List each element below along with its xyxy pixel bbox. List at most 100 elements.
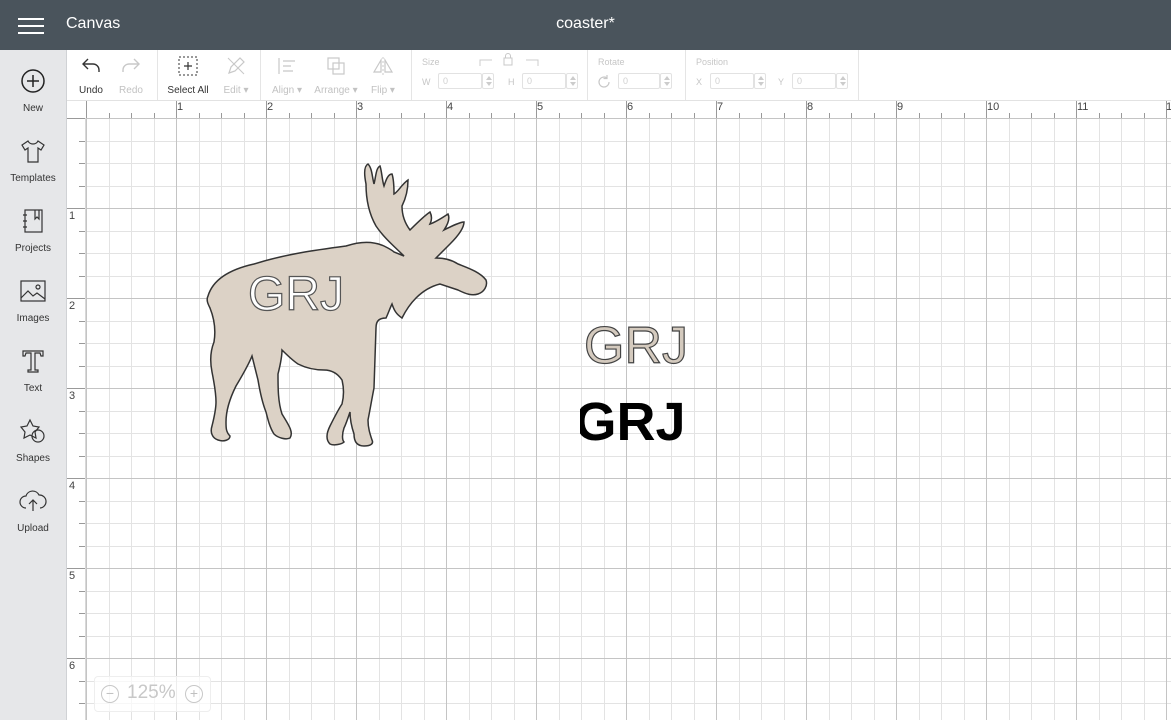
align-label: Align — [271, 85, 295, 96]
zoom-in-button[interactable]: + — [185, 685, 203, 703]
top-ruler-ticks — [86, 101, 1167, 118]
zoom-level: 125% — [127, 682, 176, 703]
ruler-label: 10 — [987, 101, 1000, 113]
image-icon — [20, 280, 46, 302]
redo-button[interactable]: Redo — [113, 54, 149, 96]
sidebar-item-images[interactable]: Images — [0, 268, 66, 330]
y-label: Y — [778, 77, 785, 87]
ruler-label: 9 — [897, 101, 904, 113]
history-group: Undo Redo — [67, 50, 158, 100]
width-input[interactable]: 0 — [438, 73, 482, 89]
design-canvas[interactable]: GRJ GRJ GRJ — [86, 118, 1171, 720]
zoom-out-button[interactable]: − — [101, 685, 119, 703]
ruler-label: 7 — [717, 101, 724, 113]
width-stepper[interactable] — [482, 73, 494, 89]
arrange-button[interactable]: Arrange ▾ — [313, 54, 359, 96]
ruler-label: 4 — [447, 101, 454, 113]
ruler-label: 1 — [177, 101, 184, 113]
sidebar-item-label: Upload — [17, 523, 49, 534]
moose-monogram-text[interactable]: GRJ — [247, 267, 344, 321]
rotate-stepper[interactable] — [660, 73, 672, 89]
sidebar-item-text[interactable]: Text — [0, 338, 66, 400]
y-stepper[interactable] — [836, 73, 848, 89]
x-label: X — [696, 77, 703, 87]
flip-label: Flip — [371, 85, 388, 96]
notebook-icon — [23, 209, 43, 233]
rotate-icon — [598, 75, 610, 88]
ruler-label: 1 — [1166, 101, 1171, 113]
sidebar-item-templates[interactable]: Templates — [0, 128, 66, 190]
size-title: Size — [422, 57, 440, 67]
select-all-label: Select All — [167, 85, 209, 96]
left-sidebar: New Templates Projects Images Text Shape… — [0, 50, 67, 720]
ruler-label: 11 — [1077, 101, 1089, 113]
position-group: Position X 0 Y 0 — [686, 50, 859, 100]
rotate-group: Rotate 0 — [588, 50, 686, 100]
sidebar-item-projects[interactable]: Projects — [0, 198, 66, 260]
undo-icon — [82, 58, 100, 72]
arrange-label: Arrange — [314, 85, 350, 96]
edit-pencil-icon — [227, 57, 245, 75]
y-input[interactable]: 0 — [792, 73, 836, 89]
rotate-title: Rotate — [598, 57, 625, 67]
select-all-button[interactable]: Select All — [166, 54, 210, 96]
flip-icon — [372, 57, 394, 75]
width-label: W — [422, 77, 431, 87]
left-ruler-ticks — [67, 118, 85, 704]
lock-icon[interactable] — [478, 52, 540, 68]
top-bar: Canvas coaster* — [0, 0, 1171, 50]
flip-button[interactable]: Flip ▾ — [365, 54, 401, 96]
outlined-monogram[interactable]: GRJ — [586, 313, 696, 373]
x-stepper[interactable] — [754, 73, 766, 89]
ruler-label: 6 — [69, 660, 76, 672]
document-title[interactable]: coaster* — [0, 15, 1171, 33]
ruler-label: 8 — [807, 101, 814, 113]
tshirt-icon — [21, 140, 45, 163]
sidebar-item-upload[interactable]: Upload — [0, 478, 66, 540]
text-t-icon — [22, 350, 44, 373]
top-ruler: 1 2 3 4 5 6 7 8 9 10 11 1 — [67, 101, 1171, 119]
height-input[interactable]: 0 — [522, 73, 566, 89]
sidebar-item-label: Templates — [10, 173, 56, 184]
cloud-upload-icon — [19, 490, 47, 511]
sidebar-item-new[interactable]: New — [0, 58, 66, 120]
plus-circle-icon — [21, 69, 45, 93]
solid-monogram[interactable]: GRJ — [580, 388, 690, 448]
sidebar-item-label: Projects — [14, 243, 52, 254]
edit-label: Edit — [223, 85, 241, 96]
arrange-group: Align ▾ Arrange ▾ Flip ▾ — [261, 50, 412, 100]
sidebar-item-shapes[interactable]: Shapes — [0, 408, 66, 470]
redo-icon — [122, 58, 140, 72]
toolbar: Undo Redo Select All Edit ▾ Align ▾ Arra… — [67, 50, 1171, 101]
ruler-label: 2 — [267, 101, 274, 113]
ruler-label: 4 — [69, 480, 76, 492]
sidebar-item-label: New — [22, 103, 43, 114]
select-group: Select All Edit ▾ — [158, 50, 261, 100]
shapes-icon — [19, 418, 45, 443]
undo-button[interactable]: Undo — [73, 54, 109, 96]
sidebar-item-label: Images — [16, 313, 50, 324]
ruler-label: 3 — [357, 101, 364, 113]
ruler-label: 5 — [537, 101, 544, 113]
x-input[interactable]: 0 — [710, 73, 754, 89]
ruler-label: 3 — [69, 390, 76, 402]
redo-label: Redo — [119, 85, 143, 96]
undo-label: Undo — [79, 85, 103, 96]
size-group: Size W 0 H 0 — [412, 50, 588, 100]
align-icon — [278, 58, 295, 74]
align-button[interactable]: Align ▾ — [267, 54, 307, 96]
arrange-icon — [327, 57, 345, 75]
outlined-monogram-text[interactable]: GRJ — [586, 316, 689, 373]
position-title: Position — [696, 57, 729, 67]
moose-object[interactable]: GRJ — [196, 158, 496, 458]
height-stepper[interactable] — [566, 73, 578, 89]
sidebar-item-label: Shapes — [16, 453, 50, 464]
sidebar-item-label: Text — [23, 383, 43, 394]
zoom-control: − 125% + — [94, 676, 211, 712]
ruler-label: 2 — [69, 300, 76, 312]
left-ruler: 1 2 3 4 5 6 — [67, 118, 86, 720]
edit-button[interactable]: Edit ▾ — [218, 54, 254, 96]
solid-monogram-text[interactable]: GRJ — [580, 392, 686, 448]
ruler-label: 6 — [627, 101, 634, 113]
rotate-input[interactable]: 0 — [618, 73, 660, 89]
